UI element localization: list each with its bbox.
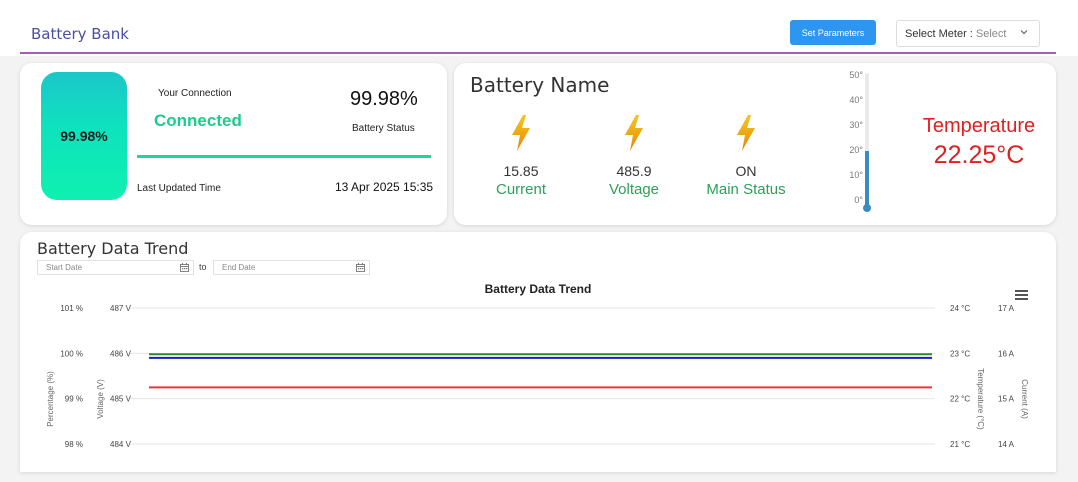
last-updated-label: Last Updated Time: [137, 183, 221, 194]
battery-status-percent: 99.98%: [350, 88, 418, 110]
chevron-down-icon: [1019, 27, 1029, 40]
metric-label: Current: [495, 181, 547, 198]
select-meter-value: Select: [975, 27, 1007, 40]
start-date-placeholder: Start Date: [46, 263, 83, 272]
percentage-tick-label: 100 %: [60, 349, 83, 358]
battery-level-indicator: 99.98%: [41, 72, 127, 200]
voltage-axis-label: Voltage (V): [96, 379, 105, 419]
thermometer-fill: [865, 150, 869, 209]
temperature-tick-label: 22 °C: [950, 395, 970, 404]
page-title: Battery Bank: [31, 25, 129, 43]
select-meter-label: Select Meter :: [905, 27, 973, 40]
current-tick-label: 17 A: [998, 304, 1015, 313]
battery-name: Battery Name: [470, 73, 610, 97]
temperature-value: 22.25°C: [933, 141, 1025, 169]
thermometer-tick: 40°: [849, 95, 863, 105]
voltage-tick-label: 484 V: [110, 440, 132, 449]
metric-value: 15.85: [503, 163, 539, 179]
trend-title: Battery Data Trend: [37, 239, 189, 258]
thermometer-bulb: [863, 204, 871, 212]
current-axis-label: Current (A): [1020, 379, 1029, 419]
percentage-axis-label: Percentage (%): [46, 371, 55, 427]
calendar-icon[interactable]: [180, 263, 189, 274]
temperature-axis-label: Temperature (°C): [976, 368, 985, 430]
metric-main-status: ON Main Status: [691, 115, 801, 198]
connection-status: Connected: [154, 111, 242, 130]
last-updated-value: 13 Apr 2025 15:35: [335, 180, 434, 194]
thermometer-gauge: 50° 40° 30° 20° 10° 0°: [834, 68, 894, 218]
metric-label: Voltage: [608, 181, 660, 198]
metric-voltage: 485.9 Voltage: [579, 115, 689, 198]
thermometer-tick: 0°: [854, 195, 863, 205]
percentage-tick-label: 98 %: [65, 440, 83, 449]
connection-card: 99.98% Your Connection Connected 99.98% …: [20, 63, 447, 225]
metric-label: Main Status: [706, 181, 786, 198]
temperature-tick-label: 21 °C: [950, 440, 970, 449]
end-date-input[interactable]: End Date: [213, 260, 370, 275]
connection-label: Your Connection: [158, 88, 232, 99]
battery-card: Battery Name 15.85 Current 485.9 Voltage…: [454, 63, 1056, 225]
start-date-input[interactable]: Start Date: [37, 260, 194, 275]
current-tick-label: 14 A: [998, 440, 1015, 449]
metric-value: 485.9: [616, 163, 652, 179]
battery-percent: 99.98%: [60, 128, 108, 144]
voltage-tick-label: 487 V: [110, 304, 132, 313]
thermometer-tick: 50°: [849, 70, 863, 80]
percentage-tick-label: 101 %: [60, 304, 83, 313]
thermometer-tick: 20°: [849, 145, 863, 155]
lightning-icon: [625, 115, 643, 151]
thermometer-tick: 10°: [849, 170, 863, 180]
trend-chart: 101 % 487 V 24 °C 17 A 100 % 486 V 23 °C 16 A 99…: [46, 304, 1029, 449]
battery-status-label: Battery Status: [352, 123, 415, 134]
temperature-tick-label: 23 °C: [950, 349, 970, 358]
trend-card: Battery Data Trend Start Date to End Dat…: [20, 232, 1056, 472]
lightning-icon: [512, 115, 530, 151]
status-divider: [137, 155, 431, 158]
date-range-to: to: [199, 262, 207, 272]
voltage-tick-label: 486 V: [110, 349, 132, 358]
end-date-placeholder: End Date: [222, 263, 256, 272]
temperature-tick-label: 24 °C: [950, 304, 970, 313]
calendar-icon[interactable]: [356, 263, 365, 274]
metric-value: ON: [735, 163, 757, 179]
header: Battery Bank Set Parameters Select Meter…: [0, 0, 1078, 56]
percentage-tick-label: 99 %: [65, 395, 83, 404]
current-tick-label: 15 A: [998, 395, 1015, 404]
select-meter-dropdown[interactable]: Select Meter : Select: [896, 20, 1040, 47]
metric-current: 15.85 Current: [466, 115, 576, 198]
voltage-tick-label: 485 V: [110, 395, 132, 404]
current-tick-label: 16 A: [998, 349, 1015, 358]
set-parameters-button[interactable]: Set Parameters: [790, 20, 876, 45]
thermometer-tick: 30°: [849, 120, 863, 130]
temperature-label: Temperature: [922, 115, 1036, 137]
header-divider: [20, 52, 1056, 54]
lightning-icon: [737, 115, 755, 151]
